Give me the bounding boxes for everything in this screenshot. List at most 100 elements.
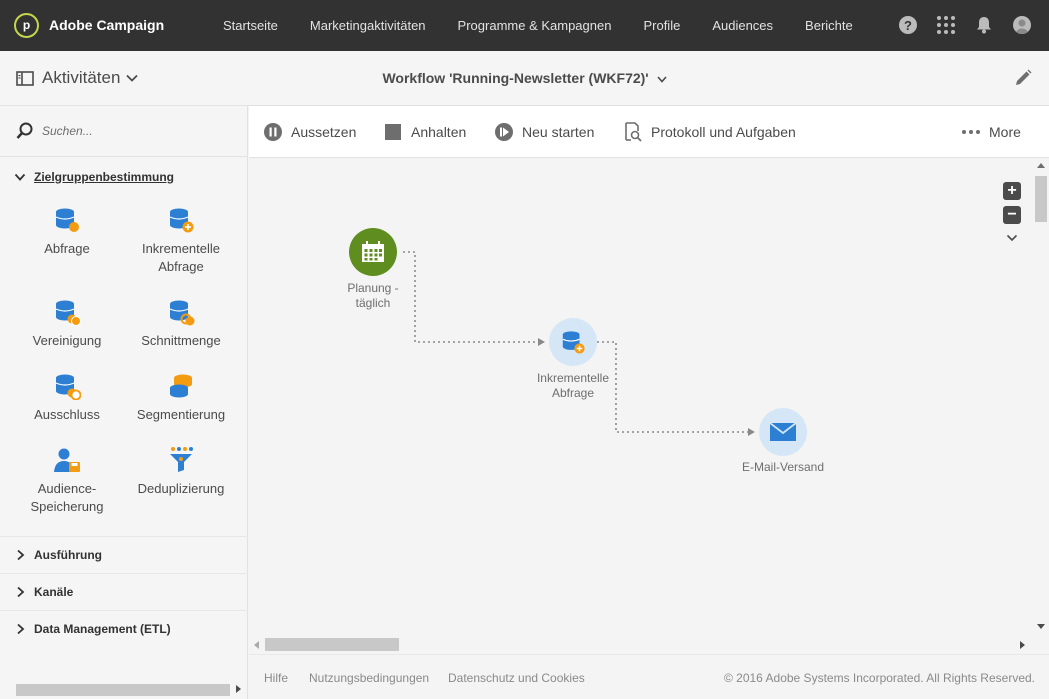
stop-button[interactable]: Anhalten <box>383 106 466 158</box>
activity-vereinigung[interactable]: Vereinigung <box>10 298 124 350</box>
scroll-down-arrow-icon[interactable] <box>1037 624 1045 629</box>
incremental-query-icon <box>167 206 195 234</box>
section-ausfuehrung[interactable]: Ausführung <box>0 536 248 573</box>
scroll-right-arrow-icon[interactable] <box>1020 641 1025 649</box>
segmentation-icon <box>167 372 195 400</box>
chevron-down-icon[interactable] <box>1006 234 1018 242</box>
section-label: Data Management (ETL) <box>34 622 171 636</box>
adobe-campaign-logo-icon: p <box>14 12 39 38</box>
section-kanaele[interactable]: Kanäle <box>0 573 248 610</box>
restart-button[interactable]: Neu starten <box>494 106 594 158</box>
nav-link-startseite[interactable]: Startseite <box>207 0 294 51</box>
apps-grid-icon[interactable] <box>935 14 957 36</box>
zoom-out-button[interactable]: − <box>1003 206 1021 224</box>
logs-tasks-button[interactable]: Protokoll und Aufgaben <box>623 106 796 158</box>
node-label: Inkrementelle Abfrage <box>536 371 610 400</box>
restart-icon <box>494 122 514 142</box>
footer-link-hilfe[interactable]: Hilfe <box>264 671 288 685</box>
node-inkrementelle-abfrage[interactable] <box>549 318 597 366</box>
save-audience-icon <box>53 446 81 474</box>
node-label: Planung - täglich <box>347 281 399 310</box>
activity-deduplizierung[interactable]: Deduplizierung <box>124 446 238 498</box>
calendar-icon <box>362 241 384 262</box>
nav-link-marketingaktivitaeten[interactable]: Marketingaktivitäten <box>294 0 442 51</box>
activity-abfrage[interactable]: Abfrage <box>10 206 124 258</box>
section-data-management[interactable]: Data Management (ETL) <box>0 610 248 647</box>
more-button[interactable]: More <box>961 106 1021 158</box>
logs-tasks-label: Protokoll und Aufgaben <box>651 124 796 140</box>
activity-label: Segmentierung <box>136 407 226 422</box>
copyright: © 2016 Adobe Systems Incorporated. All R… <box>723 671 1035 685</box>
main-nav: Startseite Marketingaktivitäten Programm… <box>207 0 869 51</box>
activity-label: Abfrage <box>44 241 90 256</box>
bell-icon[interactable] <box>973 14 995 36</box>
stop-icon <box>383 122 403 142</box>
user-avatar-icon[interactable] <box>1011 14 1033 36</box>
more-dots-icon <box>961 122 981 142</box>
search-placeholder: Suchen... <box>42 124 93 138</box>
log-search-icon <box>623 122 643 142</box>
activity-schnittmenge[interactable]: Schnittmenge <box>124 298 238 350</box>
more-label: More <box>989 124 1021 140</box>
transition-2-arrow <box>748 428 755 436</box>
activity-label: Schnittmenge <box>141 333 221 348</box>
nav-link-audiences[interactable]: Audiences <box>696 0 789 51</box>
canvas-horizontal-scrollbar[interactable] <box>249 636 1033 654</box>
palette-horizontal-scrollbar[interactable] <box>16 684 230 696</box>
chevron-right-icon <box>17 549 25 561</box>
canvas-vertical-scrollbar[interactable] <box>1033 158 1049 636</box>
node-email-versand[interactable] <box>759 408 807 456</box>
brand[interactable]: p Adobe Campaign <box>14 12 164 38</box>
scroll-up-arrow-icon[interactable] <box>1037 163 1045 168</box>
nav-link-profile[interactable]: Profile <box>627 0 696 51</box>
footer: Hilfe Nutzungsbedingungen Datenschutz un… <box>249 654 1049 699</box>
activity-label: Deduplizierung <box>137 481 225 496</box>
chevron-right-icon <box>17 623 25 635</box>
footer-link-datenschutz[interactable]: Datenschutz und Cookies <box>448 671 585 685</box>
activity-ausschluss[interactable]: Ausschluss <box>10 372 124 424</box>
incremental-query-icon <box>562 331 585 354</box>
scroll-left-arrow-icon[interactable] <box>254 641 259 649</box>
search-input[interactable]: Suchen... <box>0 106 248 157</box>
activity-inkrementelle-abfrage[interactable]: Inkrementelle Abfrage <box>124 206 238 276</box>
deduplication-icon <box>167 446 195 474</box>
nav-link-programme-kampagnen[interactable]: Programme & Kampagnen <box>442 0 628 51</box>
workflow-header: Aktivitäten Workflow 'Running-Newsletter… <box>0 51 1049 106</box>
restart-label: Neu starten <box>522 124 595 140</box>
query-icon <box>53 206 81 234</box>
help-icon[interactable]: ? <box>897 14 919 36</box>
section-label: Ausführung <box>34 548 102 562</box>
workflow-canvas[interactable]: Planung - täglich Inkrementelle Abfrage … <box>249 158 1033 636</box>
vertical-scroll-thumb[interactable] <box>1035 176 1047 222</box>
workflow-title[interactable]: Workflow 'Running-Newsletter (WKF72)' <box>0 70 1049 86</box>
edit-pencil-icon[interactable] <box>1013 68 1035 90</box>
scroll-right-arrow-icon[interactable] <box>236 685 241 693</box>
nav-link-berichte[interactable]: Berichte <box>789 0 869 51</box>
envelope-icon <box>770 423 796 441</box>
activity-palette: Suchen... Zielgruppenbestimmung Abfrage <box>0 106 248 699</box>
stop-label: Anhalten <box>411 124 467 140</box>
exclusion-icon <box>53 372 82 401</box>
footer-link-nutzungsbedingungen[interactable]: Nutzungsbedingungen <box>309 671 429 685</box>
horizontal-scroll-thumb[interactable] <box>265 638 399 651</box>
union-icon <box>53 298 81 326</box>
top-navigation-bar: p Adobe Campaign Startseite Marketingakt… <box>0 0 1049 51</box>
node-label: E-Mail-Versand <box>741 460 825 474</box>
activity-segmentierung[interactable]: Segmentierung <box>124 372 238 424</box>
node-planung-taeglich[interactable] <box>349 228 397 276</box>
section-zielgruppenbestimmung[interactable]: Zielgruppenbestimmung <box>0 158 248 195</box>
activity-label: Audience-Speicherung <box>30 481 104 514</box>
search-icon <box>16 122 33 139</box>
activity-label: Vereinigung <box>32 333 102 348</box>
pause-button[interactable]: Aussetzen <box>263 106 356 158</box>
pause-icon <box>263 122 283 142</box>
chevron-right-icon <box>17 586 25 598</box>
section-label: Zielgruppenbestimmung <box>34 169 175 184</box>
activity-audience-speicherung[interactable]: Audience-Speicherung <box>10 446 124 516</box>
activity-label: Ausschluss <box>34 407 100 422</box>
chevron-down-icon <box>14 173 26 181</box>
zoom-in-button[interactable]: + <box>1003 182 1021 200</box>
app-name: Adobe Campaign <box>49 17 165 33</box>
chevron-down-icon <box>656 76 667 83</box>
workflow-title-text: Workflow 'Running-Newsletter (WKF72)' <box>382 70 649 86</box>
